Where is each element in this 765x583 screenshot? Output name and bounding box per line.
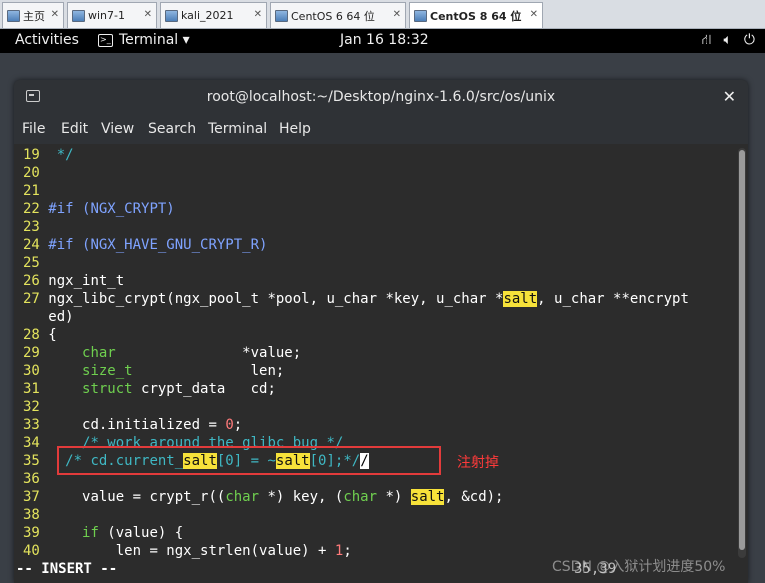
home-icon <box>7 9 20 22</box>
volume-icon: 🔈︎ <box>723 32 732 48</box>
menu-terminal[interactable]: Terminal <box>208 121 267 137</box>
code-line: 30 size_t len; <box>23 363 285 379</box>
terminal-window: root@localhost:~/Desktop/nginx-1.6.0/src… <box>14 80 748 583</box>
code-line: 39 if (value) { <box>23 525 184 541</box>
vm-tab-label: kali_2021 <box>181 9 234 22</box>
code-line: 25 <box>23 255 40 271</box>
scrollbar[interactable] <box>738 148 746 558</box>
scrollbar-thumb[interactable] <box>739 150 745 550</box>
close-icon[interactable]: ✕ <box>530 9 538 20</box>
menu-view[interactable]: View <box>101 121 134 137</box>
close-icon[interactable]: ✕ <box>254 9 262 20</box>
code-line: 36 <box>23 471 40 487</box>
code-line: 24 #if (NGX_HAVE_GNU_CRYPT_R) <box>23 237 268 253</box>
vm-tab-centos8[interactable]: CentOS 8 64 位 ✕ <box>409 2 543 28</box>
vim-mode-status: -- INSERT -- <box>16 561 118 577</box>
code-line-wrap: ed) <box>48 309 74 325</box>
vm-tab-centos6[interactable]: CentOS 6 64 位 ✕ <box>270 2 406 28</box>
code-line: 28 { <box>23 327 57 343</box>
close-icon[interactable]: ✕ <box>144 9 152 20</box>
code-line: 23 <box>23 219 40 235</box>
menu-edit[interactable]: Edit <box>61 121 88 137</box>
network-icon: ⛙ <box>701 32 712 48</box>
code-line: 40 len = ngx_strlen(value) + 1; <box>23 543 352 559</box>
vm-tab-label: win7-1 <box>88 9 125 22</box>
gnome-top-bar: Activities >_ Terminal ▾ Jan 16 18:32 ⛙ … <box>0 29 765 53</box>
code-line: 19 */ <box>23 147 74 163</box>
code-line: 29 char *value; <box>23 345 302 361</box>
close-icon[interactable]: ✕ <box>393 9 401 20</box>
terminal-icon: >_ <box>98 33 113 47</box>
code-line: 38 <box>23 507 40 523</box>
menu-help[interactable]: Help <box>279 121 311 137</box>
system-menu[interactable]: ⛙ 🔈︎ ⏻ <box>702 32 755 50</box>
vm-tab-home[interactable]: 主页 ✕ <box>2 2 64 28</box>
vm-tab-label: 主页 <box>23 9 45 23</box>
terminal-content[interactable]: 19 */ 20 21 22 #if (NGX_CRYPT) 23 24 #if… <box>14 144 748 583</box>
app-menu[interactable]: >_ Terminal ▾ <box>98 32 190 48</box>
vm-tab-label: CentOS 6 64 位 <box>291 9 375 23</box>
code-line: 26 ngx_int_t <box>23 273 125 289</box>
watermark: CSDN @入狱计划进度50% <box>552 559 726 575</box>
code-line: 20 <box>23 165 40 181</box>
menu-file[interactable]: File <box>22 121 45 137</box>
menu-search[interactable]: Search <box>148 121 196 137</box>
annotation-label: 注射掉 <box>457 455 499 471</box>
title-bar: root@localhost:~/Desktop/nginx-1.6.0/src… <box>14 80 748 114</box>
code-line: 27 ngx_libc_crypt(ngx_pool_t *pool, u_ch… <box>23 291 689 307</box>
power-icon: ⏻ <box>743 32 755 48</box>
clock[interactable]: Jan 16 18:32 <box>340 32 429 48</box>
menu-bar: File Edit View Search Terminal Help <box>14 114 748 144</box>
code-line: 37 value = crypt_r((char *) key, (char *… <box>23 489 504 505</box>
close-button[interactable]: ✕ <box>723 87 736 106</box>
code-line: 21 <box>23 183 40 199</box>
window-title: root@localhost:~/Desktop/nginx-1.6.0/src… <box>206 89 556 105</box>
vm-icon <box>72 9 85 22</box>
code-line: 33 cd.initialized = 0; <box>23 417 243 433</box>
vm-tab-bar: 主页 ✕ win7-1 ✕ kali_2021 ✕ CentOS 6 64 位 … <box>0 0 765 29</box>
vm-tab-kali[interactable]: kali_2021 ✕ <box>160 2 267 28</box>
vm-tab-win7[interactable]: win7-1 ✕ <box>67 2 157 28</box>
vm-icon <box>414 9 427 22</box>
app-menu-label: Terminal ▾ <box>119 32 190 48</box>
annotation-highlight-box <box>57 446 441 475</box>
vm-icon <box>165 9 178 22</box>
vm-icon <box>275 9 288 22</box>
close-icon[interactable]: ✕ <box>51 9 59 20</box>
code-line: 31 struct crypt_data cd; <box>23 381 276 397</box>
vm-tab-label: CentOS 8 64 位 <box>430 9 522 23</box>
activities-button[interactable]: Activities <box>15 32 79 48</box>
code-line: 22 #if (NGX_CRYPT) <box>23 201 175 217</box>
code-line: 32 <box>23 399 40 415</box>
